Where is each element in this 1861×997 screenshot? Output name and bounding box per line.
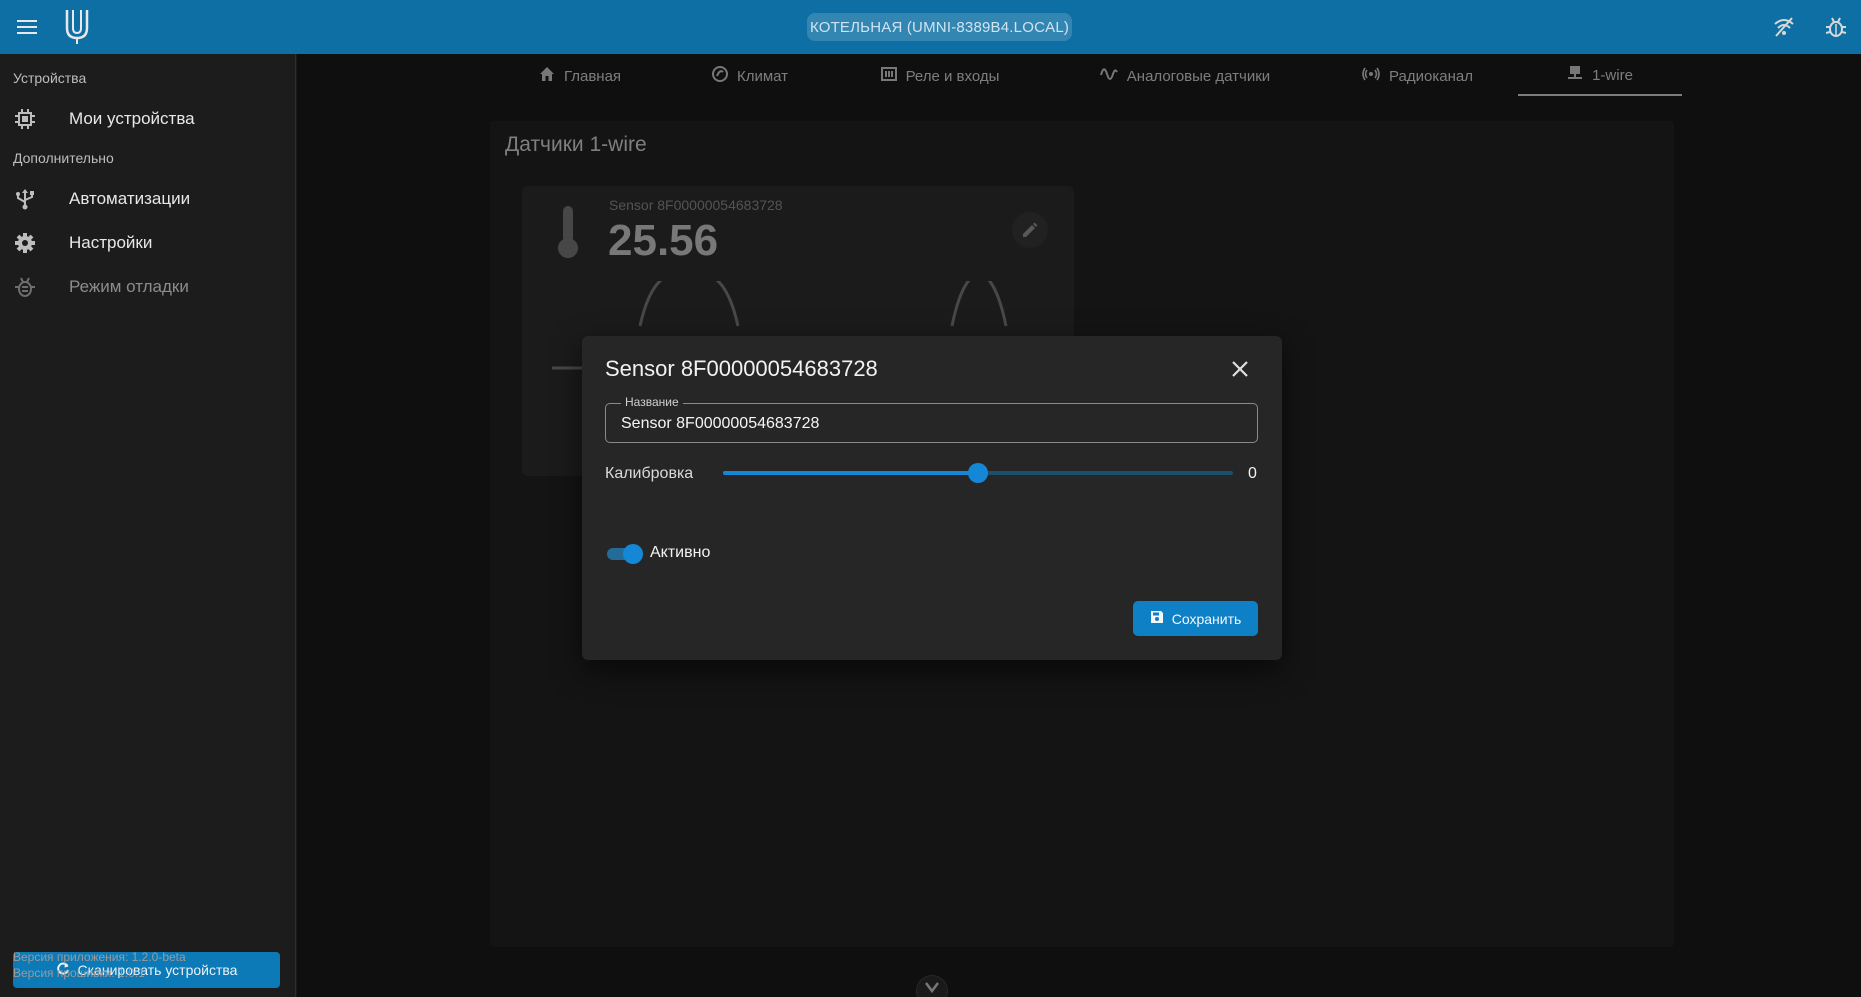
slider-fill bbox=[723, 471, 978, 475]
calibration-label: Калибровка bbox=[605, 465, 694, 482]
sidebar-item-my-devices[interactable]: Мои устройства bbox=[0, 99, 295, 139]
gear-icon bbox=[13, 231, 37, 255]
active-label: Активно bbox=[650, 544, 711, 561]
app-root: КОТЕЛЬНАЯ (UMNI-8389B4.LOCAL) Устройства… bbox=[0, 0, 1861, 997]
save-button[interactable]: Сохранить bbox=[1133, 601, 1258, 636]
wifi-off-icon[interactable] bbox=[1770, 13, 1798, 41]
sidebar-item-label: Мои устройства bbox=[69, 109, 195, 128]
calibration-value: 0 bbox=[1248, 465, 1257, 482]
slider-thumb[interactable] bbox=[968, 463, 988, 483]
save-label: Сохранить bbox=[1171, 610, 1242, 627]
name-field: Название bbox=[605, 395, 1258, 443]
logo[interactable] bbox=[64, 8, 90, 46]
save-icon bbox=[1150, 610, 1164, 627]
sidebar-section-devices: Устройства bbox=[13, 70, 87, 86]
usb-icon bbox=[13, 187, 37, 211]
name-field-label: Название bbox=[621, 395, 683, 409]
sidebar-item-debug-mode[interactable]: Режим отладки bbox=[0, 267, 295, 307]
toggle-thumb bbox=[623, 544, 643, 564]
name-input[interactable] bbox=[621, 413, 1241, 435]
active-toggle[interactable] bbox=[605, 543, 643, 565]
sidebar-item-label: Настройки bbox=[69, 233, 153, 252]
device-chip[interactable]: КОТЕЛЬНАЯ (UMNI-8389B4.LOCAL) bbox=[807, 13, 1072, 41]
top-app-bar: КОТЕЛЬНАЯ (UMNI-8389B4.LOCAL) bbox=[0, 0, 1861, 54]
close-icon[interactable] bbox=[1225, 354, 1255, 384]
app-version: Версия приложения: 1.2.0-beta bbox=[13, 950, 186, 964]
chip-icon bbox=[13, 107, 37, 131]
sidebar-section-extra: Дополнительно bbox=[13, 150, 114, 166]
sensor-edit-dialog: Sensor 8F00000054683728 Название Калибро… bbox=[582, 336, 1282, 660]
sidebar-item-settings[interactable]: Настройки bbox=[0, 223, 295, 263]
dialog-title: Sensor 8F00000054683728 bbox=[605, 356, 878, 381]
bug-icon[interactable] bbox=[1822, 13, 1850, 41]
calibration-slider[interactable] bbox=[723, 462, 1233, 484]
sidebar-item-label: Режим отладки bbox=[69, 277, 189, 296]
bug-icon bbox=[13, 275, 37, 299]
sidebar: Устройства Мои устройства Дополнительно … bbox=[0, 54, 296, 997]
menu-icon[interactable] bbox=[14, 13, 42, 41]
firmware-version: Версия прошивки: 1.0.1 bbox=[13, 966, 145, 980]
sidebar-item-label: Автоматизации bbox=[69, 189, 191, 208]
sidebar-item-automations[interactable]: Автоматизации bbox=[0, 179, 295, 219]
